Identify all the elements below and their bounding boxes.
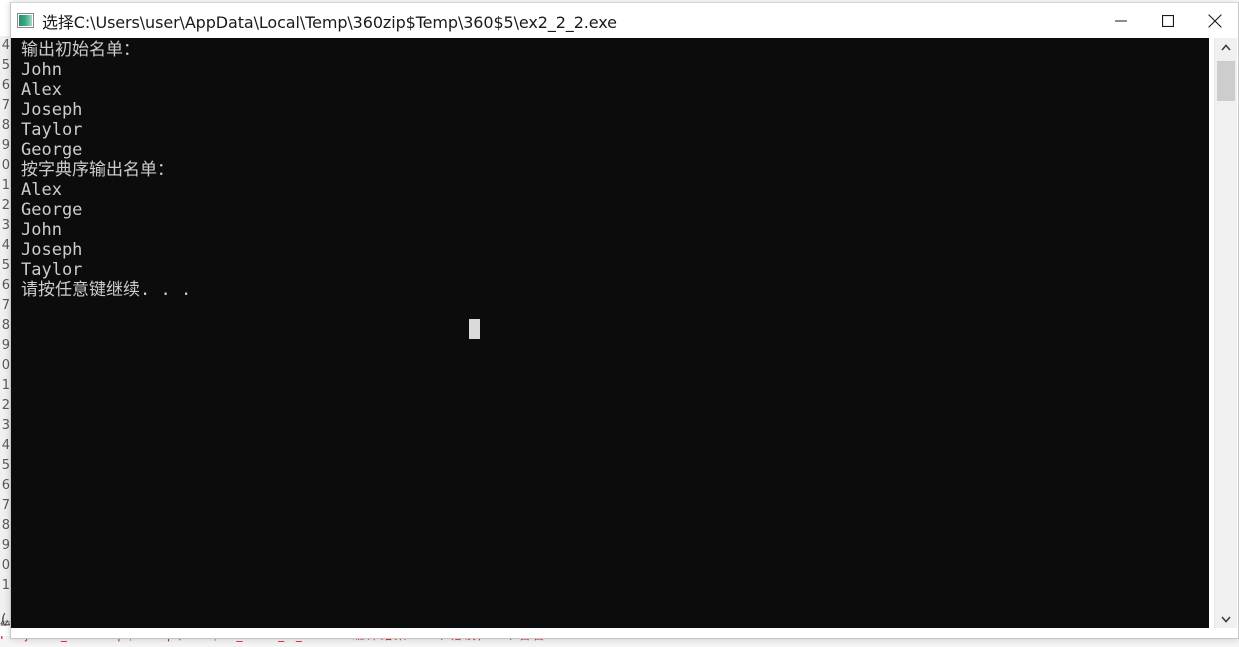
console-line: 请按任意键继续. . . xyxy=(21,280,192,300)
editor-line-number: 4 xyxy=(1,238,10,253)
console-text-buffer: 输出初始名单： John Alex Joseph Taylor George 按字典序输出名… xyxy=(21,40,191,300)
console-line: Joseph xyxy=(21,100,83,120)
editor-line-number: 1 xyxy=(1,578,10,593)
editor-line-number: 4 xyxy=(1,38,10,53)
console-output-area[interactable]: 输出初始名单： John Alex Joseph Taylor George 按字典序输出名… xyxy=(11,38,1209,628)
minimize-button[interactable] xyxy=(1097,3,1144,38)
editor-line-number: 6 xyxy=(1,78,10,93)
editor-line-number: 2 xyxy=(1,398,10,413)
console-window[interactable]: 选择C:\Users\user\AppData\Local\Temp\360zi… xyxy=(10,2,1239,639)
editor-line-number: 5 xyxy=(1,458,10,473)
console-line: 输出初始名单： xyxy=(21,40,140,60)
console-line: Alex xyxy=(21,80,62,100)
console-line: Alex xyxy=(21,180,62,200)
editor-line-number: 6 xyxy=(1,278,10,293)
console-scrollbar[interactable] xyxy=(1214,38,1237,628)
window-title: 选择C:\Users\user\AppData\Local\Temp\360zi… xyxy=(42,12,617,32)
console-line: John xyxy=(21,60,62,80)
console-app-icon xyxy=(17,13,34,28)
console-line: Taylor xyxy=(21,120,83,140)
editor-line-number: 1 xyxy=(1,178,10,193)
minimize-icon xyxy=(1114,20,1127,21)
editor-line-number: 3 xyxy=(1,218,10,233)
editor-line-number: 9 xyxy=(1,338,10,353)
editor-line-number: 7 xyxy=(1,98,10,113)
editor-line-number: 8 xyxy=(1,318,10,333)
editor-line-number: 5 xyxy=(1,58,10,73)
maximize-icon xyxy=(1161,14,1174,27)
console-line: John xyxy=(21,220,62,240)
editor-line-number: 1 xyxy=(1,378,10,393)
editor-line-number: 0 xyxy=(1,158,10,173)
scrollbar-thumb[interactable] xyxy=(1217,61,1235,101)
editor-paren-glyph: ( xyxy=(1,612,7,628)
window-bottom-border xyxy=(11,628,1238,638)
editor-line-number: 8 xyxy=(1,118,10,133)
editor-line-number: 9 xyxy=(1,138,10,153)
editor-line-number: 9 xyxy=(1,538,10,553)
console-app-icon-screen xyxy=(19,15,32,26)
editor-line-number: 8 xyxy=(1,518,10,533)
editor-line-number: 3 xyxy=(1,418,10,433)
editor-line-number: 5 xyxy=(1,258,10,273)
editor-line-number: 7 xyxy=(1,498,10,513)
console-caret xyxy=(469,319,480,339)
editor-line-number: 0 xyxy=(1,358,10,373)
editor-line-number: 4 xyxy=(1,438,10,453)
console-line: Taylor xyxy=(21,260,83,280)
editor-line-number: 0 xyxy=(1,558,10,573)
console-line: Joseph xyxy=(21,240,83,260)
close-button[interactable] xyxy=(1191,3,1238,38)
scroll-down-button[interactable] xyxy=(1215,610,1237,628)
console-line: George xyxy=(21,140,83,160)
chevron-up-icon xyxy=(1221,43,1231,50)
scroll-up-button[interactable] xyxy=(1215,38,1237,56)
editor-line-number: 7 xyxy=(1,298,10,313)
editor-line-number: 2 xyxy=(1,198,10,213)
window-controls xyxy=(1097,3,1238,38)
console-line: 按字典序输出名单： xyxy=(21,160,174,180)
console-line: George xyxy=(21,200,83,220)
maximize-button[interactable] xyxy=(1144,3,1191,38)
title-bar[interactable]: 选择C:\Users\user\AppData\Local\Temp\360zi… xyxy=(11,3,1238,38)
editor-line-number: 6 xyxy=(1,478,10,493)
close-icon xyxy=(1207,13,1222,28)
chevron-down-icon xyxy=(1221,616,1231,623)
